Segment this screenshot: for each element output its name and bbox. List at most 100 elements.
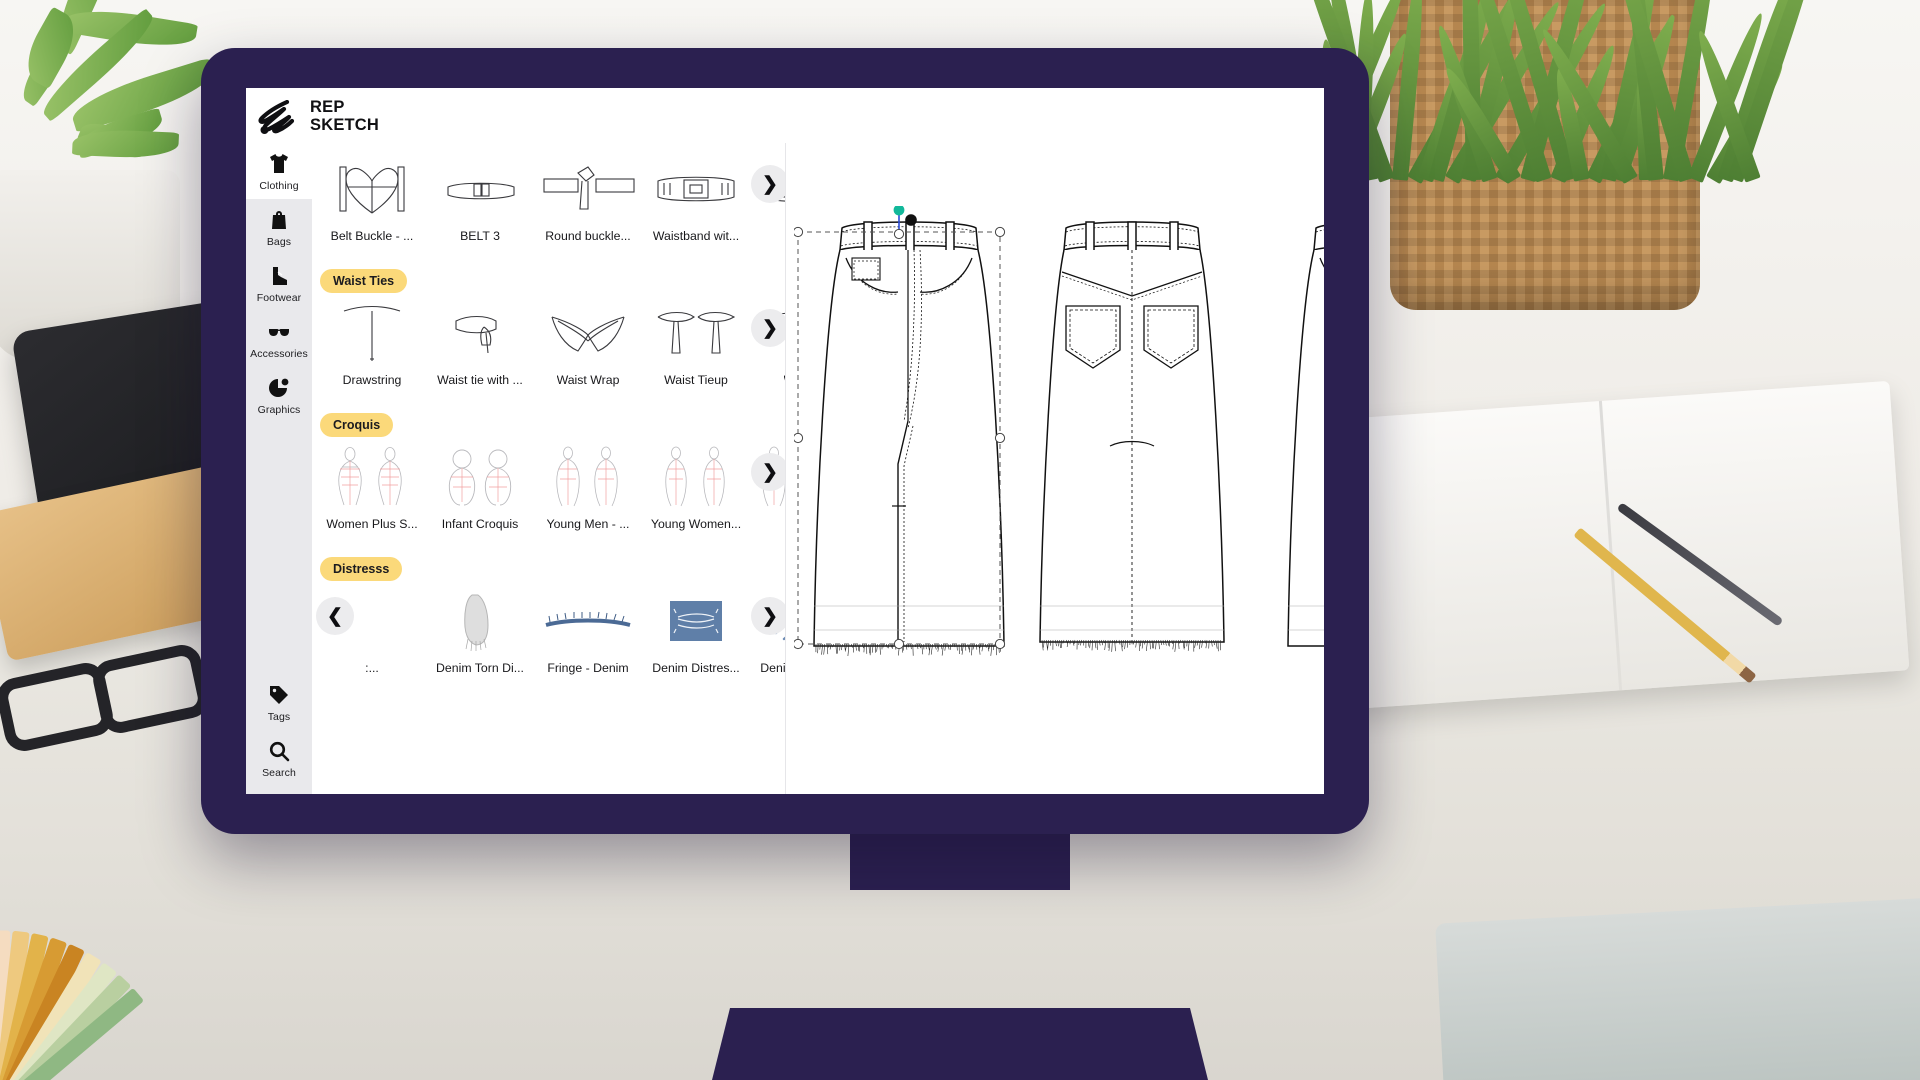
carousel-prev-button[interactable]: ❮: [316, 597, 354, 635]
search-icon: [267, 739, 291, 763]
component-item[interactable]: Waistband wit...: [642, 155, 750, 243]
component-item[interactable]: Belt Buckle - ...: [318, 155, 426, 243]
rail-top-group: Clothing Bags Footwear Accessories Graphics: [246, 143, 312, 423]
rail-item-bags[interactable]: Bags: [246, 199, 312, 255]
graphics-pie-icon: [267, 376, 291, 400]
screen: Clothing Bags Footwear Accessories Graphics …: [246, 88, 1324, 794]
section-chip: Croquis: [320, 413, 393, 437]
chevron-left-icon: ❮: [327, 607, 343, 626]
monitor-stand-base: [710, 1008, 1210, 1080]
denim-skirt-back-view[interactable]: [1024, 210, 1239, 672]
component-item-label: Waistband wit...: [653, 229, 739, 243]
rep-sketch-scribble-logo: [256, 100, 298, 134]
sketch-canvas[interactable]: [786, 88, 1324, 794]
mousepad: [1435, 897, 1920, 1080]
handbag-icon: [267, 208, 291, 232]
component-item-label: Denim Torn Di...: [436, 661, 524, 675]
carousel-next-button[interactable]: ❯: [751, 597, 785, 635]
rail-item-clothing[interactable]: Clothing: [246, 143, 312, 199]
component-item[interactable]: Young Women...: [642, 443, 750, 531]
belt-thumb: [430, 155, 530, 223]
waistband-buckle-thumb: [646, 155, 746, 223]
component-item-label: Fringe - Denim: [547, 661, 628, 675]
component-item[interactable]: Fringe - Denim: [534, 587, 642, 675]
monitor-bezel: Clothing Bags Footwear Accessories Graphics …: [201, 48, 1369, 834]
component-item-label: Infant Croquis: [442, 517, 519, 531]
open-notebook: [1331, 381, 1910, 709]
denim-skirt-front-view[interactable]: [794, 206, 1024, 676]
component-item[interactable]: Infant Croquis: [426, 443, 534, 531]
rail-item-label: Accessories: [250, 348, 308, 360]
component-item[interactable]: Waist Wrap: [534, 299, 642, 387]
component-item[interactable]: BELT 3: [426, 155, 534, 243]
chevron-right-icon: ❯: [762, 175, 778, 194]
component-item-label: Denim Distres...: [652, 661, 739, 675]
component-item-label: :...: [365, 661, 379, 675]
component-item[interactable]: Drawstring: [318, 299, 426, 387]
rail-item-accessories[interactable]: Accessories: [246, 311, 312, 367]
component-item[interactable]: Young Men - ...: [534, 443, 642, 531]
waist-wrap-bow-thumb: [538, 299, 638, 367]
component-item-label: Drawstring: [343, 373, 402, 387]
components-scroll-area[interactable]: Belt Buckle - ... BELT 3 Round buckle... Wa…: [312, 143, 785, 794]
component-item[interactable]: Denim Distres...: [642, 587, 750, 675]
carousel-next-button[interactable]: ❯: [751, 453, 785, 491]
component-item[interactable]: Round buckle...: [534, 155, 642, 243]
round-buckle-belt-thumb: [538, 155, 638, 223]
waist-tie-knot-thumb: [430, 299, 530, 367]
drawstring-thumb: [322, 299, 422, 367]
denim-skirt-side-view[interactable]: [1256, 208, 1324, 674]
rail-item-label: Tags: [268, 711, 291, 723]
brand-line-1: REP: [310, 99, 379, 116]
component-row: Belt Buckle - ... BELT 3 Round buckle... Wa…: [312, 149, 785, 261]
component-item-label: Waist tie with ...: [437, 373, 523, 387]
heart-belt-buckle-thumb: [322, 155, 422, 223]
chevron-right-icon: ❯: [762, 463, 778, 482]
brand-name: REP SKETCH: [310, 99, 379, 134]
app-brand: REP SKETCH: [246, 88, 786, 143]
brand-line-2: SKETCH: [310, 117, 379, 134]
eyeglasses: [0, 650, 220, 760]
component-item[interactable]: Waist Tieup: [642, 299, 750, 387]
carousel-next-button[interactable]: ❯: [751, 165, 785, 203]
component-item[interactable]: Waist tie with ...: [426, 299, 534, 387]
rail-bottom-group: Tags Search: [246, 674, 312, 786]
monitor-stand-neck: [850, 834, 1070, 890]
women-plus-size-croquis-thumb: [322, 443, 422, 511]
carousel-next-button[interactable]: ❯: [751, 309, 785, 347]
rail-item-graphics[interactable]: Graphics: [246, 367, 312, 423]
component-item-label: Round buckle...: [545, 229, 630, 243]
infant-croquis-thumb: [430, 443, 530, 511]
section-chip: Waist Ties: [320, 269, 407, 293]
component-item[interactable]: Denim Torn Di...: [426, 587, 534, 675]
denim-distress-patch-thumb: [646, 587, 746, 655]
rep-sketch-app: Clothing Bags Footwear Accessories Graphics …: [246, 88, 1324, 794]
component-item-label: Women Plus S...: [326, 517, 417, 531]
component-item[interactable]: Women Plus S...: [318, 443, 426, 531]
boot-icon: [267, 264, 291, 288]
desk-photo-scene: Clothing Bags Footwear Accessories Graphics …: [0, 0, 1920, 1080]
denim-torn-thumb: [430, 587, 530, 655]
rail-item-label: Graphics: [258, 404, 301, 416]
rail-item-label: Search: [262, 767, 296, 779]
chevron-right-icon: ❯: [762, 319, 778, 338]
component-item-label: Waist Wrap: [557, 373, 620, 387]
component-row: Women Plus S... Infant Croquis Young Men -…: [312, 437, 785, 549]
canvas-artboard: [786, 88, 1324, 794]
rail-item-search[interactable]: Search: [246, 730, 312, 786]
component-item-label: BELT 3: [460, 229, 500, 243]
young-men-croquis-thumb: [538, 443, 638, 511]
section-chip: Distresss: [320, 557, 402, 581]
rail-item-footwear[interactable]: Footwear: [246, 255, 312, 311]
component-row: :... Denim Torn Di... Fringe - Denim Denim …: [312, 581, 785, 693]
rail-item-label: Bags: [267, 236, 291, 248]
rail-item-tags[interactable]: Tags: [246, 674, 312, 730]
rail-item-label: Clothing: [259, 180, 298, 192]
chevron-right-icon: ❯: [762, 607, 778, 626]
young-women-croquis-thumb: [646, 443, 746, 511]
component-item-label: Young Men - ...: [547, 517, 630, 531]
color-swatch-fan: [0, 849, 410, 1080]
tag-icon: [267, 683, 291, 707]
category-rail: Clothing Bags Footwear Accessories Graphics …: [246, 88, 312, 794]
sunglasses-icon: [267, 320, 291, 344]
